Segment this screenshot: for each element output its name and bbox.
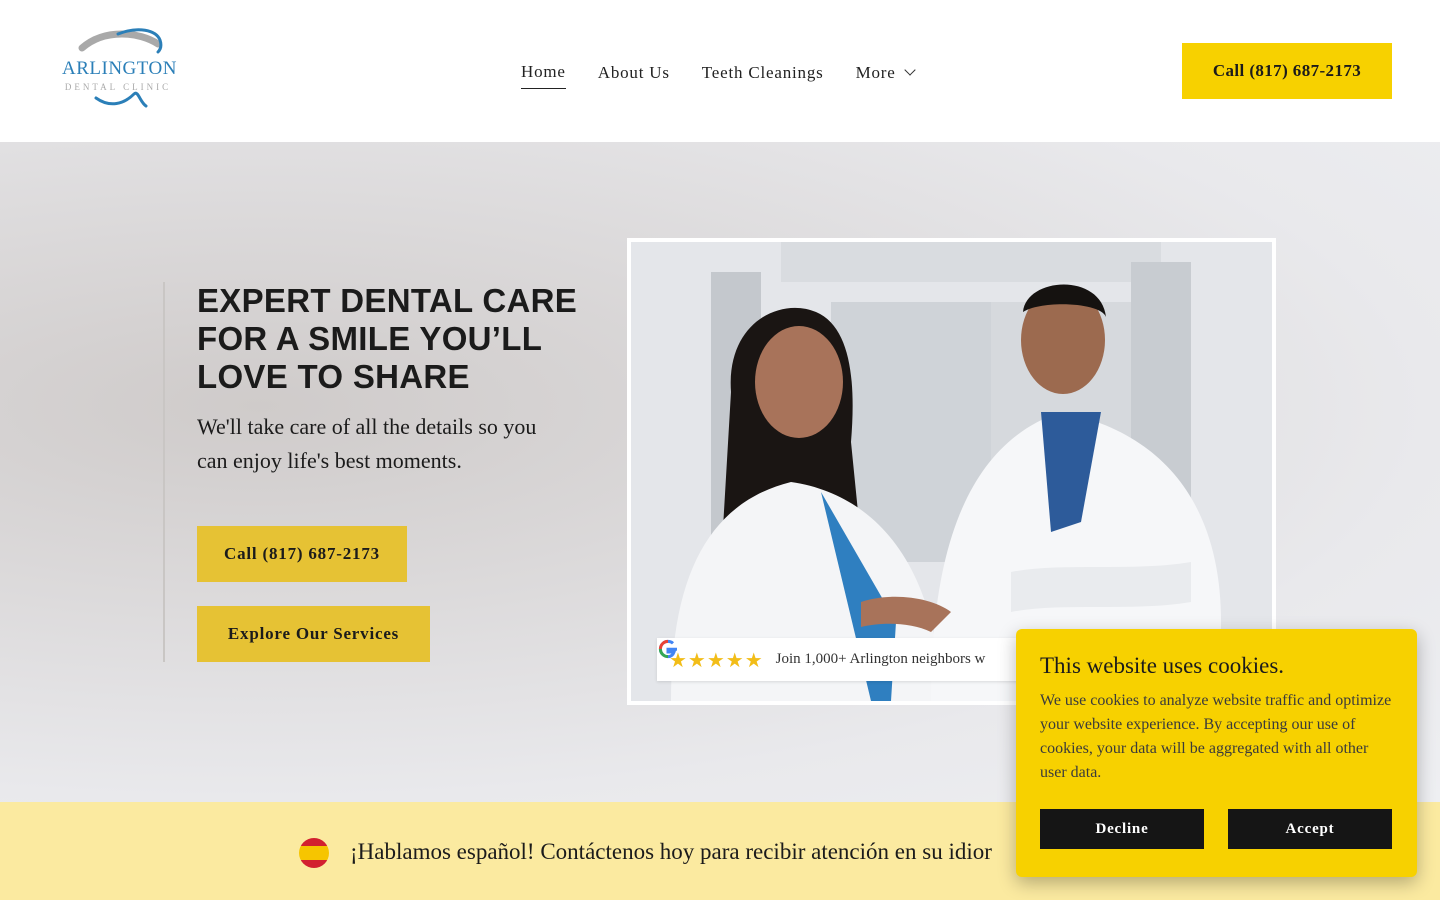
spanish-banner-text: ¡Hablamos español! Contáctenos hoy para …	[350, 839, 992, 864]
hero-subtitle: We'll take care of all the details so yo…	[197, 414, 537, 473]
chevron-down-icon	[903, 64, 916, 76]
cookie-title: This website uses cookies.	[1040, 653, 1285, 678]
review-text: Join 1,000+ Arlington neighbors w	[775, 651, 986, 667]
five-star-rating-icon: ★★★★★	[669, 647, 764, 672]
spain-flag-icon	[299, 838, 329, 868]
google-icon	[658, 639, 677, 659]
cookie-accept-button[interactable]: Accept	[1228, 809, 1392, 849]
main-nav: Home About Us Teeth Cleanings More	[521, 62, 916, 89]
cookie-description: We use cookies to analyze website traffi…	[1040, 692, 1392, 781]
logo-wordmark: ARLINGTON	[62, 58, 177, 79]
cookie-consent-popup: This website uses cookies. We use cookie…	[1016, 629, 1417, 877]
explore-services-button[interactable]: Explore Our Services	[197, 606, 430, 662]
header-call-button[interactable]: Call (817) 687-2173	[1182, 43, 1392, 99]
hero-call-button[interactable]: Call (817) 687-2173	[197, 526, 407, 582]
hero-divider	[163, 282, 165, 662]
nav-teeth-cleanings[interactable]: Teeth Cleanings	[702, 62, 824, 89]
google-review-bar[interactable]: ★★★★★ Join 1,000+ Arlington neighbors w	[657, 638, 1077, 681]
logo-subtitle: DENTAL CLINIC	[64, 82, 172, 92]
hero-title: EXPERT DENTAL CARE FOR A SMILE YOU’LL LO…	[197, 282, 578, 395]
nav-more-label: More	[855, 62, 896, 82]
nav-about-us[interactable]: About Us	[598, 62, 670, 89]
nav-home[interactable]: Home	[521, 62, 566, 89]
cookie-decline-button[interactable]: Decline	[1040, 809, 1204, 849]
site-header: ARLINGTON DENTAL CLINIC Home About Us Te…	[0, 0, 1440, 142]
nav-more[interactable]: More	[855, 62, 916, 89]
clinic-logo[interactable]: ARLINGTON DENTAL CLINIC	[60, 28, 176, 114]
